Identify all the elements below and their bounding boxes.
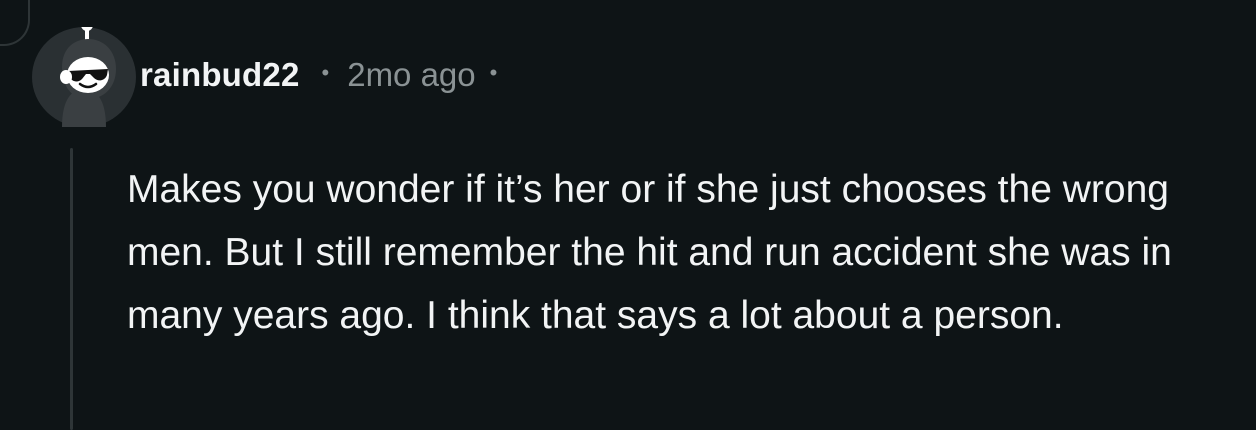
timestamp[interactable]: 2mo ago [347, 56, 475, 94]
thread-connector [0, 0, 30, 46]
separator-dot: • [321, 60, 330, 85]
snoo-avatar-icon [60, 27, 116, 127]
comment-header: rainbud22 • 2mo ago • [140, 50, 497, 100]
separator-dot-trailing: • [489, 60, 498, 85]
thread-line[interactable] [70, 148, 73, 430]
avatar[interactable] [32, 27, 136, 127]
comment-body: Makes you wonder if it’s her or if she j… [127, 168, 1172, 337]
username-link[interactable]: rainbud22 [140, 56, 300, 94]
